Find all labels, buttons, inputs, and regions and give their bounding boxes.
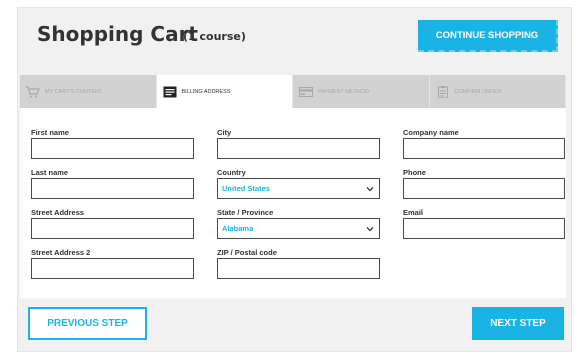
course-count: (1 course) bbox=[183, 30, 246, 43]
tab-billing-address[interactable]: BILLING ADDRESS bbox=[156, 75, 293, 108]
tab-label: PAYMENT METHOD bbox=[318, 88, 370, 95]
next-step-button[interactable]: NEXT STEP bbox=[472, 307, 564, 340]
state-select[interactable]: Alabama bbox=[217, 218, 380, 239]
street-address-label: Street Address bbox=[31, 208, 85, 217]
last-name-input[interactable] bbox=[31, 178, 194, 199]
street-address-input[interactable] bbox=[31, 218, 194, 239]
state-label: State / Province bbox=[217, 208, 274, 217]
city-input[interactable] bbox=[217, 138, 380, 159]
company-name-input[interactable] bbox=[403, 138, 565, 159]
tab-label: MY CART'S CONTENT bbox=[45, 88, 103, 95]
country-select[interactable]: United States bbox=[217, 178, 380, 199]
chevron-down-icon bbox=[365, 184, 375, 194]
country-label: Country bbox=[217, 168, 246, 177]
credit-card-icon bbox=[299, 86, 313, 98]
previous-step-button[interactable]: PREVIOUS STEP bbox=[28, 307, 147, 340]
state-value: Alabama bbox=[222, 224, 254, 233]
first-name-input[interactable] bbox=[31, 138, 194, 159]
company-name-label: Company name bbox=[403, 128, 459, 137]
address-card-icon bbox=[163, 86, 177, 98]
checkout-steps: MY CART'S CONTENT BILLING ADDRESS PAYMEN… bbox=[20, 75, 566, 108]
page-title: Shopping Cart bbox=[37, 22, 198, 46]
continue-shopping-button[interactable]: CONTINUE SHOPPING bbox=[418, 20, 558, 52]
tab-confirm-order[interactable]: CONFIRM ORDER bbox=[430, 75, 566, 108]
street-address-2-label: Street Address 2 bbox=[31, 248, 91, 257]
country-value: United States bbox=[222, 184, 270, 193]
phone-input[interactable] bbox=[403, 178, 565, 199]
tab-label: BILLING ADDRESS bbox=[181, 88, 231, 95]
zip-label: ZIP / Postal code bbox=[217, 248, 277, 257]
cart-icon bbox=[26, 85, 40, 98]
tab-cart-content[interactable]: MY CART'S CONTENT bbox=[20, 75, 157, 108]
clipboard-icon bbox=[436, 85, 450, 98]
last-name-label: Last name bbox=[31, 168, 69, 177]
chevron-down-icon bbox=[365, 224, 375, 234]
email-input[interactable] bbox=[403, 218, 565, 239]
first-name-label: First name bbox=[31, 128, 69, 137]
tab-label: CONFIRM ORDER bbox=[454, 88, 502, 95]
email-label: Email bbox=[403, 208, 424, 217]
phone-label: Phone bbox=[403, 168, 426, 177]
tab-payment-method[interactable]: PAYMENT METHOD bbox=[293, 75, 430, 108]
city-label: City bbox=[217, 128, 232, 137]
zip-input[interactable] bbox=[217, 258, 380, 279]
street-address-2-input[interactable] bbox=[31, 258, 194, 279]
